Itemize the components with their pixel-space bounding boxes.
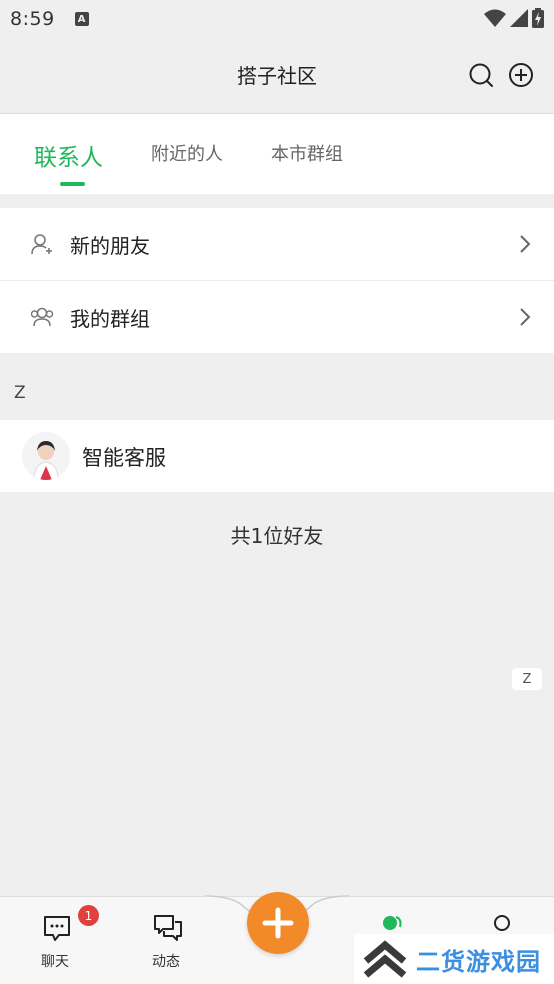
- chevron-right-icon: [520, 235, 531, 253]
- signal-icon: [510, 9, 528, 27]
- add-person-icon: [31, 234, 52, 255]
- double-chevron-logo-icon: [363, 940, 407, 978]
- my-groups-row[interactable]: 我的群组: [0, 281, 554, 353]
- my-groups-label: 我的群组: [70, 307, 150, 331]
- alphabet-index-letter[interactable]: Z: [512, 668, 542, 690]
- plus-icon: [262, 907, 294, 939]
- status-time: 8:59: [10, 8, 55, 30]
- tab-city-groups[interactable]: 本市群组: [271, 140, 343, 166]
- tab-nearby[interactable]: 附近的人: [151, 140, 223, 166]
- unread-badge: 1: [78, 905, 99, 926]
- watermark: 二货游戏园: [354, 934, 554, 984]
- nav-chat-label: 聊天: [41, 954, 69, 970]
- section-header-letter: Z: [14, 383, 26, 403]
- tab-contacts[interactable]: 联系人: [34, 138, 103, 172]
- battery-icon: [532, 8, 544, 28]
- friend-count: 共1位好友: [230, 524, 324, 548]
- wifi-icon: [484, 9, 506, 27]
- nav-moments[interactable]: 动态: [121, 897, 211, 984]
- contact-list-item[interactable]: 智能客服: [0, 420, 554, 492]
- add-post-button[interactable]: [247, 892, 309, 954]
- avatar: [22, 432, 70, 480]
- chat-bubble-icon: [44, 916, 70, 941]
- add-circle-icon[interactable]: [508, 62, 534, 88]
- status-bar: 8:59 A: [0, 0, 554, 38]
- tab-active-indicator: [60, 182, 85, 186]
- nav-moments-label: 动态: [152, 954, 180, 970]
- notification-a-icon: A: [74, 12, 89, 26]
- chevron-right-icon: [520, 308, 531, 326]
- customer-service-avatar-icon: [22, 432, 70, 480]
- new-friends-label: 新的朋友: [70, 234, 150, 258]
- contact-name: 智能客服: [82, 446, 166, 470]
- group-icon: [30, 307, 54, 327]
- moments-chat-icon: [154, 915, 182, 941]
- status-icons: [484, 8, 544, 28]
- watermark-text: 二货游戏园: [416, 947, 541, 976]
- new-friends-row[interactable]: 新的朋友: [0, 208, 554, 280]
- title-bar: 搭子社区: [0, 38, 554, 114]
- search-icon[interactable]: [468, 62, 494, 88]
